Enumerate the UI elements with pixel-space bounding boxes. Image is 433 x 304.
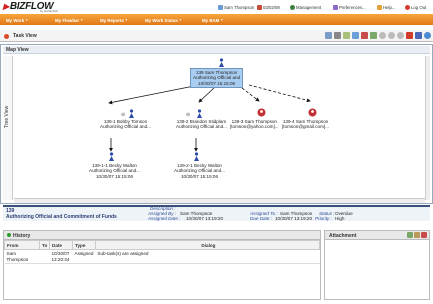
info-icon[interactable] <box>415 32 422 39</box>
refresh-icon[interactable] <box>397 32 404 39</box>
close-task-icon[interactable] <box>406 32 413 39</box>
flag-icon[interactable] <box>361 32 368 39</box>
attach-delete-icon[interactable] <box>421 232 427 238</box>
user-info: Sam Thompson <box>218 3 254 12</box>
cell-type: Assigned <box>72 249 96 264</box>
attachment-panel: Attachment <box>324 230 430 300</box>
attachment-header: Attachment <box>325 231 429 240</box>
menu-my-bam[interactable]: My BAM ▼ <box>202 16 223 24</box>
management-icon <box>290 5 295 10</box>
help-icon <box>377 5 382 10</box>
external-user-icon <box>308 108 317 117</box>
map-view-header: Map View <box>3 46 430 54</box>
check-icon[interactable] <box>370 32 377 39</box>
task-node-139-2[interactable]: 139-2 Brandon Stidplam Authorizing Offic… <box>176 119 227 130</box>
col-to[interactable]: To <box>39 240 50 250</box>
root-task-node[interactable]: 139 Sam Thompson Authorizing Official an… <box>190 68 244 89</box>
view-icon[interactable] <box>325 32 332 39</box>
history-icon <box>7 233 11 237</box>
collapse-toggle[interactable]: ⊖ <box>186 112 190 118</box>
task-info-panel: 139 Authorizing Official and Commitment … <box>3 205 430 221</box>
task-node-139-4[interactable]: 139-4 Sam Thompson [tomson@gmail.com]... <box>282 119 329 130</box>
history-table: From To Date Type Dialog Sam Thompson 10… <box>4 240 321 264</box>
menu-my-work[interactable]: My Work ▼ <box>6 16 28 24</box>
priority-value: High <box>335 216 345 221</box>
main-menu-bar: My Work ▼ My Flowbar ▼ My Reports ▼ My Work… <box>0 14 433 25</box>
history-panel: History From To Date Type Dialog Sam Tho… <box>3 230 321 300</box>
task-node-139-1-1[interactable]: 139-1-1 Becky Walton Authorizing Officia… <box>89 163 140 179</box>
stop-icon[interactable] <box>388 32 395 39</box>
menu-my-flowbar[interactable]: My Flowbar ▼ <box>55 16 83 24</box>
management-link[interactable]: Management <box>290 3 321 12</box>
clock-icon[interactable] <box>379 32 386 39</box>
external-user-icon <box>257 108 266 117</box>
logout-icon <box>405 5 410 10</box>
preferences-icon <box>333 5 338 10</box>
logo-subtitle: by HandySoft <box>40 9 59 13</box>
priority-label: Priority : <box>315 216 332 221</box>
person-icon <box>218 58 225 67</box>
menu-my-reports[interactable]: My Reports ▼ <box>100 16 128 24</box>
person-icon <box>128 109 135 118</box>
due-date-value: 10/30/07 13:19:20 <box>275 216 313 221</box>
person-icon <box>196 109 203 118</box>
preferences-link[interactable]: Preferences... <box>333 3 366 12</box>
map-vertical-scrollbar[interactable] <box>425 56 430 200</box>
due-date-label: Due Date : <box>250 216 272 221</box>
top-bar: ▶BIZFLOW by HandySoft Sam Thompson 03/02… <box>0 0 433 14</box>
col-type[interactable]: Type <box>72 240 96 250</box>
tree-view-tab[interactable]: Tree View <box>3 56 13 200</box>
cell-date: 10/30/07 13:20:34 <box>49 249 73 264</box>
col-date[interactable]: Date <box>49 240 73 250</box>
task-view-icon <box>4 34 9 39</box>
cell-from: Sam Thompson <box>4 249 40 264</box>
print-icon[interactable] <box>334 32 341 39</box>
history-header: History <box>4 231 320 240</box>
task-node-139-2-1[interactable]: 139-2-1 Becky Walton Authorizing Officia… <box>174 163 225 179</box>
collapse-toggle[interactable]: ⊖ <box>121 112 125 118</box>
help-link[interactable]: Help... <box>377 3 395 12</box>
task-view-bar: Task View <box>0 30 433 42</box>
map-horizontal-scrollbar[interactable] <box>14 198 425 203</box>
person-icon <box>108 152 115 161</box>
cell-dialog: Sub-task(s) are assigned <box>95 249 320 264</box>
menu-my-work-status[interactable]: My Work Status ▼ <box>145 16 182 24</box>
date-info: 03/02/08 <box>257 3 280 12</box>
attach-add-icon[interactable] <box>407 232 413 238</box>
save-icon[interactable] <box>352 32 359 39</box>
calendar-icon <box>257 5 262 10</box>
task-node-139-3[interactable]: 139-3 Sam Thompson [tomson@yahoo.com]... <box>230 119 279 130</box>
task-view-title: Task View <box>13 33 37 39</box>
assigned-date-value: 10/30/07 13:19:20 <box>186 216 224 221</box>
attachment-tools <box>407 232 427 238</box>
table-icon[interactable] <box>343 32 350 39</box>
task-node-139-1[interactable]: 139-1 Bobby Tomson Authorizing Official … <box>100 119 151 130</box>
user-icon <box>218 5 223 10</box>
map-canvas: 139 Sam Thompson Authorizing Official an… <box>14 56 425 200</box>
table-row[interactable]: Sam Thompson 10/30/07 13:20:34 Assigned … <box>4 249 320 264</box>
col-from[interactable]: From <box>4 240 40 250</box>
cell-to <box>39 249 50 264</box>
task-toolbar <box>325 32 431 39</box>
help-round-icon[interactable] <box>424 32 431 39</box>
attach-folder-icon[interactable] <box>414 232 420 238</box>
person-icon <box>193 152 200 161</box>
col-dialog[interactable]: Dialog <box>94 240 321 250</box>
task-name: Authorizing Official and Commitment of F… <box>6 214 117 220</box>
logout-link[interactable]: Log Out <box>405 3 426 12</box>
assigned-date-label: Assigned Date : <box>148 216 181 221</box>
